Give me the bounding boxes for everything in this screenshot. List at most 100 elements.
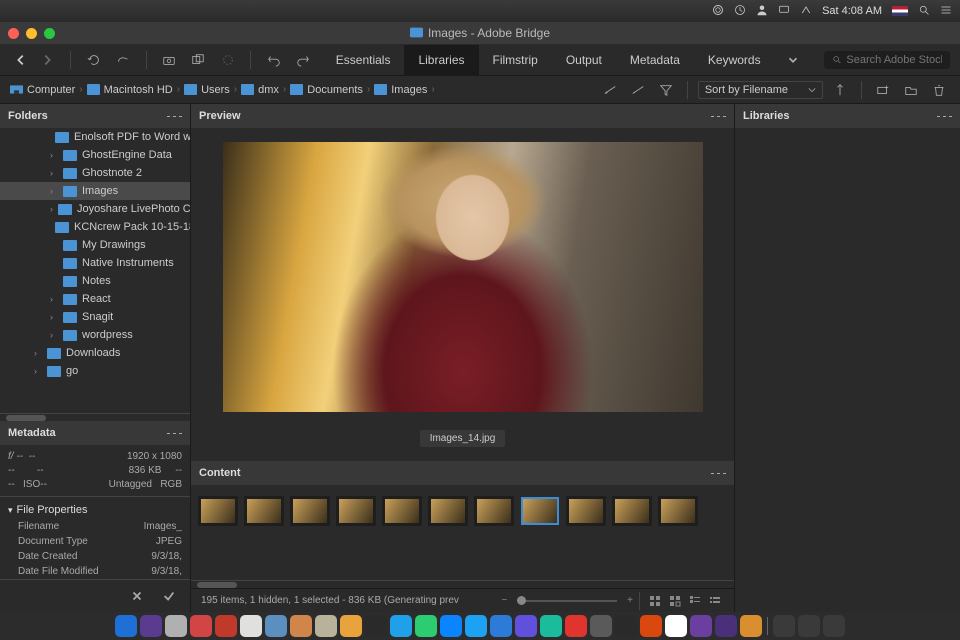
folder-item[interactable]: ›Ghostnote 2 xyxy=(0,164,190,182)
tab-libraries[interactable]: Libraries xyxy=(404,45,478,75)
dock-app[interactable] xyxy=(540,615,562,637)
dock-app[interactable] xyxy=(715,615,737,637)
breadcrumb-item[interactable]: Users xyxy=(184,84,230,96)
folder-item[interactable]: ›Snagit xyxy=(0,308,190,326)
thumbnail[interactable] xyxy=(615,499,649,523)
dock-app[interactable] xyxy=(165,615,187,637)
sort-direction-button[interactable] xyxy=(829,79,851,101)
flag-icon[interactable] xyxy=(892,6,908,16)
thumbnail[interactable] xyxy=(385,499,419,523)
thumbnail[interactable] xyxy=(431,499,465,523)
folders-panel-header[interactable]: Folders xyxy=(0,104,190,128)
thumbnail[interactable] xyxy=(523,499,557,523)
dock-app[interactable] xyxy=(515,615,537,637)
dock-app[interactable] xyxy=(798,615,820,637)
tab-keywords[interactable]: Keywords xyxy=(694,45,775,75)
dock-app[interactable] xyxy=(590,615,612,637)
panel-menu-icon[interactable] xyxy=(937,116,952,117)
breadcrumb-item[interactable]: Computer xyxy=(10,84,75,96)
refresh-button[interactable] xyxy=(217,49,238,71)
panel-menu-icon[interactable] xyxy=(711,473,726,474)
clock-icon[interactable] xyxy=(734,4,746,19)
user-icon[interactable] xyxy=(756,4,768,19)
thumbnail[interactable] xyxy=(293,499,327,523)
breadcrumb-item[interactable]: Images xyxy=(374,84,427,96)
menu-icon[interactable] xyxy=(940,4,952,19)
new-folder-button[interactable] xyxy=(872,79,894,101)
dock-app[interactable] xyxy=(240,615,262,637)
dock-app[interactable] xyxy=(615,615,637,637)
minimize-window[interactable] xyxy=(26,28,37,39)
folder-item[interactable]: Notes xyxy=(0,272,190,290)
folder-item[interactable]: Native Instruments xyxy=(0,254,190,272)
tab-output[interactable]: Output xyxy=(552,45,616,75)
folder-item[interactable]: KCNcrew Pack 10-15-18 xyxy=(0,218,190,236)
folder-item[interactable]: ›wordpress xyxy=(0,326,190,344)
folder-item[interactable]: Enolsoft PDF to Word w xyxy=(0,128,190,146)
tab-filmstrip[interactable]: Filmstrip xyxy=(479,45,552,75)
folder-item[interactable]: ›GhostEngine Data xyxy=(0,146,190,164)
back-button[interactable] xyxy=(10,49,32,71)
libraries-panel-header[interactable]: Libraries xyxy=(735,104,960,128)
dock-app[interactable] xyxy=(565,615,587,637)
dock-app[interactable] xyxy=(415,615,437,637)
dock-app[interactable] xyxy=(115,615,137,637)
camera-button[interactable] xyxy=(158,49,179,71)
preview-image[interactable] xyxy=(223,142,703,412)
arrow-icon[interactable] xyxy=(800,4,812,19)
forward-button[interactable] xyxy=(36,49,58,71)
history-button[interactable] xyxy=(83,49,104,71)
cc-icon[interactable] xyxy=(712,4,724,19)
panel-menu-icon[interactable] xyxy=(167,116,182,117)
folder-item[interactable]: ›React xyxy=(0,290,190,308)
dock-app[interactable] xyxy=(190,615,212,637)
thumbnail[interactable] xyxy=(201,499,235,523)
sort-dropdown[interactable]: Sort by Filename xyxy=(698,81,823,99)
parent-button[interactable] xyxy=(112,49,133,71)
dock-app[interactable] xyxy=(640,615,662,637)
tab-essentials[interactable]: Essentials xyxy=(322,45,405,75)
redo-button[interactable] xyxy=(293,49,314,71)
dock-app[interactable] xyxy=(365,615,387,637)
content-scrollbar[interactable] xyxy=(191,580,734,588)
breadcrumb-item[interactable]: Macintosh HD xyxy=(87,84,173,96)
file-properties-toggle[interactable]: ▾File Properties xyxy=(8,501,182,519)
close-window[interactable] xyxy=(8,28,19,39)
dock-app[interactable] xyxy=(265,615,287,637)
dock-app[interactable] xyxy=(465,615,487,637)
folder-item[interactable]: My Drawings xyxy=(0,236,190,254)
filter-ratings-button[interactable] xyxy=(599,79,621,101)
folders-scrollbar[interactable] xyxy=(0,413,190,421)
lock-view-button[interactable] xyxy=(666,594,684,608)
search-box[interactable] xyxy=(824,51,950,69)
menubar-time[interactable]: Sat 4:08 AM xyxy=(822,5,882,17)
dock-app[interactable] xyxy=(773,615,795,637)
dock-app[interactable] xyxy=(315,615,337,637)
trash-button[interactable] xyxy=(928,79,950,101)
chevron-down-icon[interactable] xyxy=(783,49,804,71)
undo-button[interactable] xyxy=(263,49,284,71)
apply-button[interactable] xyxy=(158,585,180,607)
search-input[interactable] xyxy=(846,54,942,66)
breadcrumb-item[interactable]: dmx xyxy=(241,84,279,96)
dock-app[interactable] xyxy=(140,615,162,637)
dock-app[interactable] xyxy=(823,615,845,637)
zoom-window[interactable] xyxy=(44,28,55,39)
cancel-button[interactable] xyxy=(126,585,148,607)
folder-item[interactable]: ›go xyxy=(0,362,190,380)
dock-app[interactable] xyxy=(740,615,762,637)
spotlight-icon[interactable] xyxy=(918,4,930,19)
list-view-button[interactable] xyxy=(706,594,724,608)
dock-app[interactable] xyxy=(290,615,312,637)
dock-app[interactable] xyxy=(665,615,687,637)
breadcrumb-item[interactable]: Documents xyxy=(290,84,363,96)
details-view-button[interactable] xyxy=(686,594,704,608)
metadata-panel-header[interactable]: Metadata xyxy=(0,421,190,445)
panel-menu-icon[interactable] xyxy=(167,433,182,434)
dock-app[interactable] xyxy=(215,615,237,637)
tab-metadata[interactable]: Metadata xyxy=(616,45,694,75)
preview-panel-header[interactable]: Preview xyxy=(191,104,734,128)
dock-app[interactable] xyxy=(690,615,712,637)
filter-button[interactable] xyxy=(655,79,677,101)
dock-app[interactable] xyxy=(440,615,462,637)
